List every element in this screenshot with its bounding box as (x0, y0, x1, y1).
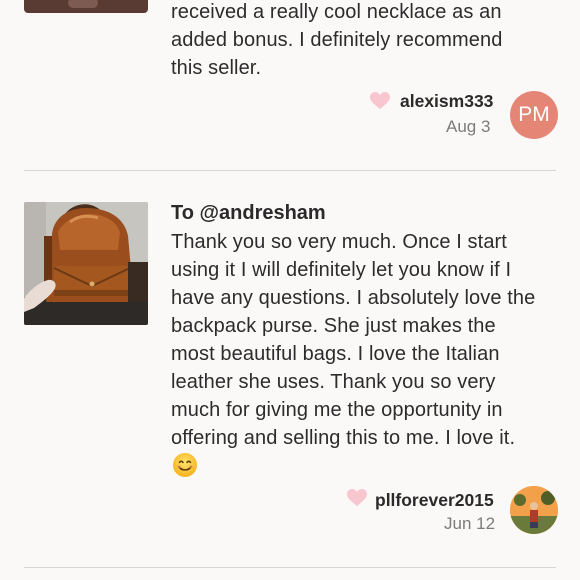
review-line: added bonus. I definitely recommend (171, 29, 503, 51)
review-line: most beautiful bags. I love the Italian (171, 343, 500, 365)
review-line: using it I will definitely let you know … (171, 259, 512, 281)
review-comment-1: received a really cool necklace as an ad… (171, 0, 566, 82)
review-line: Thank you so very much. Once I start (171, 231, 507, 253)
heart-icon[interactable] (370, 92, 390, 110)
avatar[interactable]: PM (510, 91, 558, 139)
avatar-initials: PM (518, 103, 550, 126)
review-date: Aug 3 (446, 117, 491, 136)
heart-icon[interactable] (347, 489, 367, 507)
review-line: received a really cool necklace as an (171, 1, 502, 23)
review-line: this seller. (171, 57, 262, 79)
avatar[interactable] (510, 486, 558, 534)
reviewer-username[interactable]: pllforever2015 (375, 490, 494, 511)
review-date: Jun 12 (444, 514, 496, 533)
divider (24, 170, 556, 171)
review-comment-2: Thank you so very much. Once I start usi… (171, 228, 566, 452)
review-line: backpack purse. She just makes the (171, 315, 496, 337)
review-line: offering and selling this to me. I love … (171, 427, 516, 449)
review-line: leather she uses. Thank you so very (171, 371, 496, 393)
smiling-face-emoji-icon (173, 453, 197, 477)
divider (24, 567, 556, 568)
avatar-image (510, 486, 558, 534)
reply-addressee: To @andresham (171, 202, 326, 224)
review-line: much for giving me the opportunity in (171, 399, 503, 421)
review-photo-backpack[interactable] (24, 202, 148, 325)
reviewer-username[interactable]: alexism333 (400, 91, 493, 112)
backpack-image (24, 202, 148, 325)
review-line: have any questions. I absolutely love th… (171, 287, 536, 309)
photo-detail (68, 0, 98, 8)
review-photo-thumbnail-partial[interactable] (24, 0, 148, 13)
